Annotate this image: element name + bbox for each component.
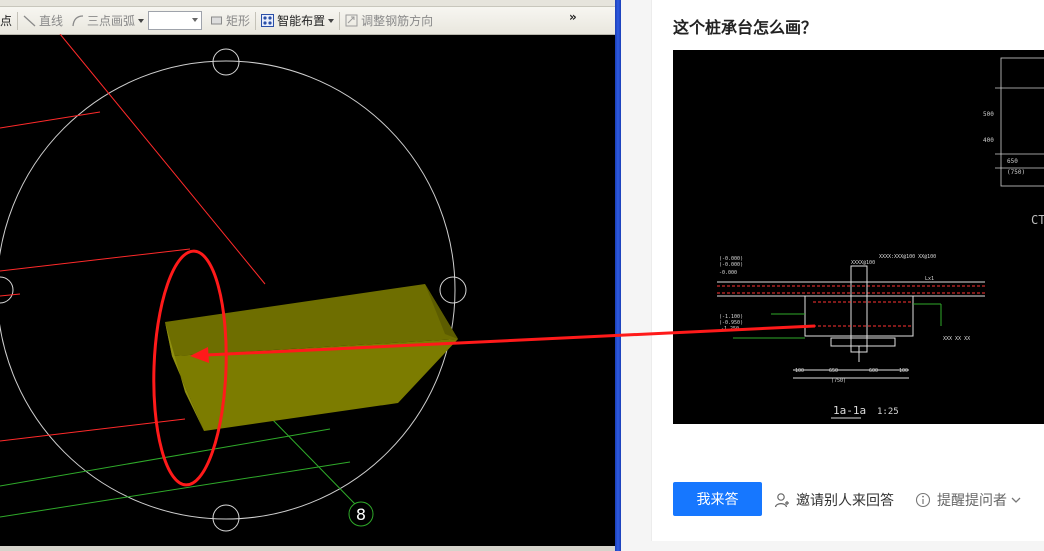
line-tool-button[interactable]: 直线	[23, 7, 63, 34]
section-title: 1a-1a	[833, 404, 866, 417]
toolbar-separator	[339, 11, 341, 30]
invite-answer-link[interactable]: 邀请别人来回答	[774, 490, 894, 510]
remind-label: 提醒提问者	[937, 493, 1007, 509]
svg-text:XXXX@100: XXXX@100	[851, 260, 875, 266]
question-title: 这个桩承台怎么画？	[673, 18, 818, 37]
info-icon	[915, 492, 931, 508]
cad-status-strip	[0, 546, 615, 551]
rect-icon	[211, 16, 223, 25]
svg-text:600: 600	[869, 368, 878, 374]
page-gutter	[621, 0, 651, 551]
grip-right	[439, 276, 467, 304]
svg-text:(750): (750)	[1007, 169, 1025, 176]
adjust-rebar-icon	[345, 14, 358, 27]
structural-section-drawing: 650 (750) 500 400 CT (-0.000)(-0.000)-0.00…	[673, 57, 1044, 430]
arc-icon	[72, 15, 84, 27]
question-card: 这个桩承台怎么画？ 650 (750) 500 400 CT (-0.000) …	[651, 0, 1044, 541]
svg-text:500: 500	[983, 111, 994, 118]
line-icon	[23, 15, 36, 27]
svg-text:-0.000: -0.000	[719, 270, 737, 276]
smart-layout-icon	[261, 14, 275, 27]
cad-3d-scene[interactable]: 8	[0, 34, 615, 546]
adjust-rebar-button[interactable]: 调整钢筋方向	[345, 7, 433, 34]
svg-text:-1.250: -1.250	[721, 326, 739, 332]
chevron-down-icon	[1011, 497, 1021, 503]
smart-layout-label: 智能布置	[277, 14, 326, 28]
svg-text:100: 100	[899, 368, 908, 374]
smart-layout-button[interactable]: 智能布置	[261, 7, 335, 34]
svg-text:(750): (750)	[831, 378, 846, 384]
invite-label: 邀请别人来回答	[796, 493, 894, 509]
answer-button[interactable]: 我来答	[673, 482, 762, 516]
svg-text:(-0.000): (-0.000)	[719, 262, 743, 268]
invite-user-icon	[774, 493, 789, 508]
line-tool-label: 直线	[39, 14, 64, 28]
toolbar-overflow-button[interactable]: »	[569, 10, 577, 24]
section-scale: 1:25	[877, 407, 899, 417]
rect-tool-label: 矩形	[226, 14, 251, 28]
rect-tool-button[interactable]: 矩形	[210, 7, 250, 34]
grip-left	[0, 276, 14, 304]
svg-text:400: 400	[983, 137, 994, 144]
svg-text:650: 650	[1007, 158, 1018, 165]
remind-asker-link[interactable]: 提醒提问者	[915, 490, 1022, 510]
drawing-side-label: CT	[1031, 213, 1044, 227]
chevron-down-icon	[138, 18, 145, 23]
axis-marker-label: 8	[356, 505, 366, 524]
svg-text:100: 100	[795, 368, 804, 374]
svg-text:XXXX:XXX@100 XX@100: XXXX:XXX@100 XX@100	[879, 254, 936, 260]
arc-option-select[interactable]	[148, 11, 203, 30]
svg-text:650: 650	[829, 368, 838, 374]
grip-top	[212, 48, 240, 76]
arc-tool-label: 三点画弧	[87, 14, 136, 28]
svg-text:XXX XX XX: XXX XX XX	[943, 336, 970, 342]
grip-bottom	[212, 504, 240, 532]
cad-draw-toolbar: 点 直线 三点画弧 矩形 智能布置 调整钢筋方向 »	[0, 7, 615, 35]
cad-menu-strip	[0, 0, 615, 7]
toolbar-separator	[17, 11, 19, 30]
cad-viewport-panel: 点 直线 三点画弧 矩形 智能布置 调整钢筋方向 » 8	[0, 0, 615, 551]
adjust-rebar-label: 调整钢筋方向	[361, 14, 434, 28]
point-tool-partial[interactable]: 点	[0, 7, 12, 34]
arc-tool-button[interactable]: 三点画弧	[71, 7, 145, 34]
green-grid-lines	[0, 416, 361, 518]
chevron-down-icon	[328, 18, 335, 23]
toolbar-separator	[255, 11, 257, 30]
svg-text:Lx1: Lx1	[925, 276, 934, 282]
question-drawing-image[interactable]: 650 (750) 500 400 CT (-0.000) (-0.000) -…	[673, 50, 1044, 430]
pile-cap-block[interactable]	[165, 284, 458, 431]
